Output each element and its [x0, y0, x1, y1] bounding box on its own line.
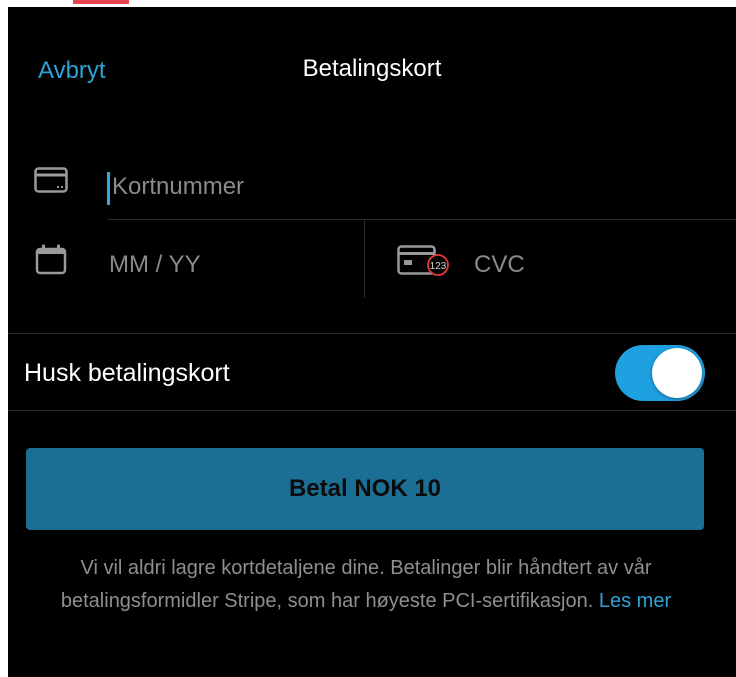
card-number-input[interactable]	[109, 165, 702, 209]
remember-card-toggle[interactable]	[615, 345, 705, 401]
remember-card-label: Husk betalingskort	[24, 359, 230, 387]
divider	[107, 219, 736, 220]
cvc-icon-digits: 123	[430, 261, 447, 272]
security-info-text: Vi vil aldri lagre kortdetaljene dine. B…	[60, 557, 652, 612]
highlight-mark	[73, 0, 129, 4]
security-info: Vi vil aldri lagre kortdetaljene dine. B…	[16, 552, 716, 618]
cvc-input[interactable]	[474, 243, 704, 287]
top-cropped-strip	[0, 0, 736, 7]
page-title: Betalingskort	[302, 55, 442, 82]
read-more-link[interactable]: Les mer	[599, 590, 671, 612]
divider	[8, 333, 736, 334]
credit-card-icon	[34, 167, 68, 193]
pay-button[interactable]: Betal NOK 10	[26, 448, 704, 530]
cancel-button[interactable]: Avbryt	[38, 57, 106, 85]
field-divider	[364, 220, 365, 298]
toggle-knob	[652, 348, 702, 398]
payment-sheet: Avbryt Betalingskort Kortnummer MM / YY …	[8, 7, 736, 677]
expiry-input[interactable]	[109, 243, 349, 287]
card-cvc-icon: 123	[397, 245, 453, 277]
divider	[8, 410, 736, 411]
app-frame: Avbryt Betalingskort Kortnummer MM / YY …	[0, 0, 736, 677]
calendar-icon	[35, 243, 67, 275]
